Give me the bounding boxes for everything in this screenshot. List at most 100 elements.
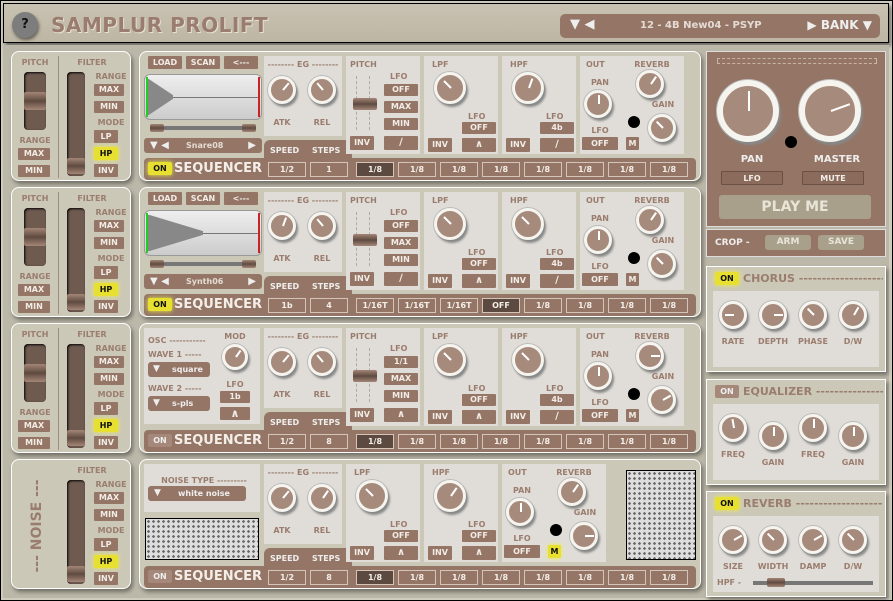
next-preset-button[interactable]: ▶	[807, 18, 816, 32]
pan-knob[interactable]	[717, 80, 779, 142]
pitch-mod-handle[interactable]	[353, 98, 377, 110]
out-lfo-button-2[interactable]: OFF	[582, 273, 618, 286]
pitch-slider-handle[interactable]	[24, 92, 46, 110]
pitch-mod-slider[interactable]	[353, 76, 377, 130]
sequencer-step-8[interactable]: 1/8	[650, 434, 688, 449]
pitch-lfo-max-button-1[interactable]: MAX	[384, 101, 418, 113]
pitch-mod-handle[interactable]	[353, 370, 377, 382]
lpf-inv-button-1[interactable]: INV	[428, 138, 452, 152]
sequencer-on-toggle-3[interactable]: ON	[148, 434, 172, 447]
mono-button-3[interactable]: M	[626, 409, 639, 422]
hpf-knob-3[interactable]	[512, 344, 544, 376]
filter-slider-4[interactable]	[67, 480, 85, 584]
atk-knob-4[interactable]	[268, 484, 296, 512]
lpf-inv-button-3[interactable]: INV	[428, 410, 452, 424]
pitch-lfo-button-2[interactable]: OFF	[384, 220, 418, 232]
equalizer-knob-gain[interactable]	[759, 422, 787, 450]
speed-value-4[interactable]: 1/2	[268, 570, 306, 585]
reverb-knob-size[interactable]	[719, 526, 747, 554]
atk-knob-2[interactable]	[268, 212, 296, 240]
sample-prev-button[interactable]: ▼ ◀	[150, 140, 169, 151]
pitch-slider-3[interactable]	[24, 344, 46, 402]
hpf-lfo-button-4[interactable]: OFF	[462, 530, 496, 542]
sequencer-on-toggle-2[interactable]: ON	[148, 298, 172, 311]
atk-knob-1[interactable]	[268, 76, 296, 104]
lpf-inv-button-2[interactable]: INV	[428, 274, 452, 288]
hpf-lfo-button-3[interactable]: 4b	[540, 394, 574, 406]
reverb-hpf-handle[interactable]	[767, 578, 785, 587]
sequencer-step-6[interactable]: 1/8	[566, 434, 604, 449]
pitch-lfo-shape-button-2[interactable]: ∕	[384, 272, 418, 286]
reverb-knob-width[interactable]	[759, 526, 787, 554]
hpf-knob-2[interactable]	[512, 208, 544, 240]
scan-button-2[interactable]: SCAN	[186, 192, 220, 205]
hp-button-4[interactable]: HP	[94, 555, 118, 568]
sequencer-step-1[interactable]: 1/8	[356, 570, 394, 585]
sequencer-step-5[interactable]: 1/8	[524, 570, 562, 585]
reverb-send-knob-2[interactable]	[636, 206, 664, 234]
sequencer-step-5[interactable]: 1/8	[524, 298, 562, 313]
lpf-lfo-shape-button-1[interactable]: ∧	[462, 138, 496, 152]
lp-button-3[interactable]: LP	[94, 402, 118, 415]
filter-min-button-4[interactable]: MIN	[94, 509, 124, 521]
pitch-min-button-3[interactable]: MIN	[18, 437, 50, 449]
pitch-lfo-min-button-1[interactable]: MIN	[384, 118, 418, 130]
sequencer-step-7[interactable]: 1/8	[608, 298, 646, 313]
chorus-knob-phase[interactable]	[799, 301, 827, 329]
equalizer-knob-gain[interactable]	[839, 422, 867, 450]
lpf-knob-4[interactable]	[356, 480, 388, 512]
crop-save-button[interactable]: SAVE	[818, 235, 864, 250]
sequencer-step-5[interactable]: 1/8	[524, 434, 562, 449]
sequencer-step-8[interactable]: 1/8	[650, 570, 688, 585]
reverb-knob-dw[interactable]	[839, 526, 867, 554]
pan-knob-2[interactable]	[584, 226, 612, 254]
mono-button-1[interactable]: M	[626, 137, 639, 150]
hpf-inv-button-1[interactable]: INV	[506, 138, 530, 152]
lpf-lfo-button-4[interactable]: OFF	[384, 530, 418, 542]
pitch-lfo-shape-button-3[interactable]: ∧	[384, 408, 418, 422]
pitch-slider-handle[interactable]	[24, 228, 46, 246]
hp-button-1[interactable]: HP	[94, 147, 118, 160]
sequencer-step-8[interactable]: 1/8	[650, 298, 688, 313]
lp-button-2[interactable]: LP	[94, 266, 118, 279]
lpf-lfo-button-1[interactable]: OFF	[462, 122, 496, 134]
filter-max-button-2[interactable]: MAX	[94, 220, 124, 232]
lpf-inv-button-4[interactable]: INV	[350, 546, 374, 560]
filter-min-button-2[interactable]: MIN	[94, 237, 124, 249]
equalizer-knob-freq[interactable]	[799, 414, 827, 442]
steps-value-1[interactable]: 1	[310, 162, 348, 177]
hp-button-3[interactable]: HP	[94, 419, 118, 432]
hpf-lfo-shape-button-3[interactable]: ∕	[540, 410, 574, 424]
steps-value-4[interactable]: 8	[310, 570, 348, 585]
filter-slider-3[interactable]	[67, 344, 85, 448]
pitch-lfo-button-1[interactable]: OFF	[384, 84, 418, 96]
hpf-inv-button-4[interactable]: INV	[428, 546, 452, 560]
rel-knob-4[interactable]	[308, 484, 336, 512]
chorus-knob-dw[interactable]	[839, 301, 867, 329]
chorus-knob-rate[interactable]	[719, 301, 747, 329]
sample-prev-button[interactable]: ▼ ◀	[150, 276, 169, 287]
hpf-lfo-shape-button-2[interactable]: ∕	[540, 274, 574, 288]
pitch-min-button-2[interactable]: MIN	[18, 301, 50, 313]
prev-preset-button[interactable]: ▼ ◀	[570, 17, 595, 32]
rel-knob-1[interactable]	[308, 76, 336, 104]
steps-value-3[interactable]: 8	[310, 434, 348, 449]
reverb-send-knob-3[interactable]	[636, 342, 664, 370]
sequencer-step-1[interactable]: 1/16T	[356, 298, 394, 313]
gain-knob-1[interactable]	[648, 114, 676, 142]
reverb-knob-damp[interactable]	[799, 526, 827, 554]
filter-slider-handle[interactable]	[67, 158, 85, 174]
lpf-lfo-shape-button-4[interactable]: ∧	[384, 546, 418, 560]
pitch-slider-1[interactable]	[24, 72, 46, 130]
filter-slider-handle[interactable]	[67, 566, 85, 582]
pitch-lfo-min-button-3[interactable]: MIN	[384, 390, 418, 402]
waveform-display-1[interactable]	[144, 74, 262, 120]
sequencer-step-8[interactable]: 1/8	[650, 162, 688, 177]
sequencer-step-5[interactable]: 1/8	[524, 162, 562, 177]
filter-min-button-1[interactable]: MIN	[94, 101, 124, 113]
pitch-max-button-1[interactable]: MAX	[18, 148, 50, 160]
hpf-inv-button-3[interactable]: INV	[506, 410, 530, 424]
master-knob[interactable]	[799, 80, 861, 142]
sequencer-step-4[interactable]: 1/8	[482, 434, 520, 449]
pitch-slider-handle[interactable]	[24, 364, 46, 382]
